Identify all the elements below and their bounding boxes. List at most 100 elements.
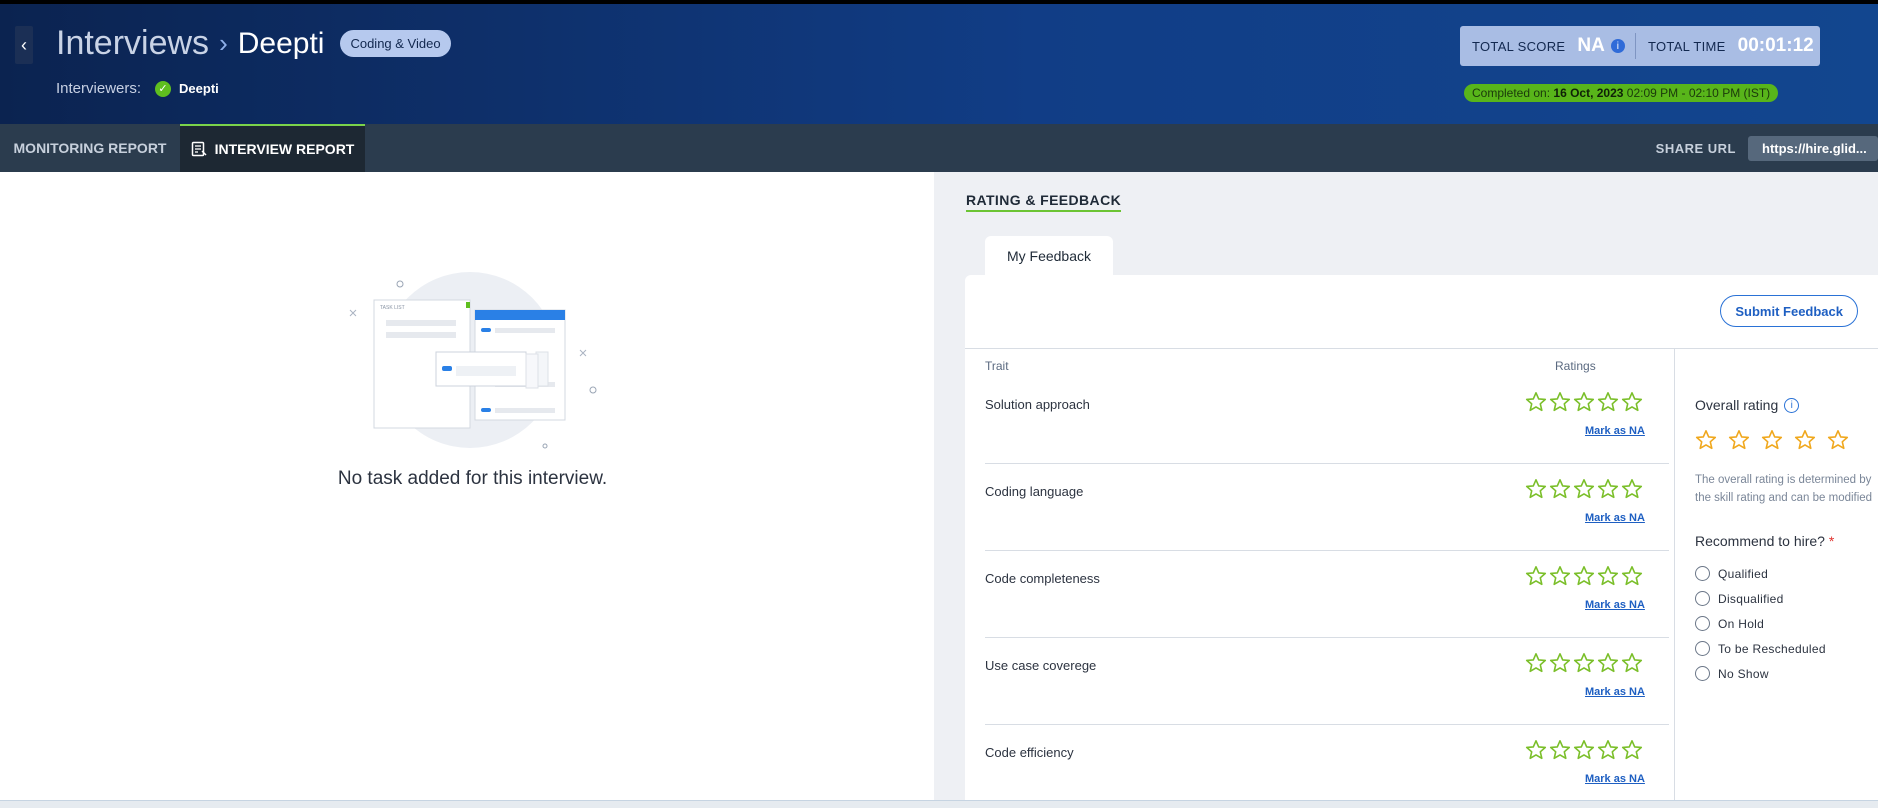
info-icon[interactable]: i <box>1784 397 1800 413</box>
star-icon[interactable] <box>1525 391 1547 413</box>
page-header: ‹ Interviews › Deepti Coding & Video Int… <box>0 0 1878 124</box>
star-icon[interactable] <box>1549 739 1571 761</box>
radio-button[interactable] <box>1695 591 1710 606</box>
option-label: Qualified <box>1718 566 1769 581</box>
star-icon[interactable] <box>1827 429 1849 451</box>
recommend-options: Qualified Disqualified On Hold To be Res… <box>1695 561 1826 686</box>
tab-monitoring-report[interactable]: MONITORING REPORT <box>0 124 180 172</box>
chevron-left-icon: ‹ <box>21 34 27 55</box>
star-icon[interactable] <box>1525 478 1547 500</box>
breadcrumb-root[interactable]: Interviews <box>56 24 209 63</box>
candidate-name: Deepti <box>237 26 325 60</box>
trait-name: Code efficiency <box>985 745 1074 760</box>
interviewer-name: Deepti <box>179 81 219 96</box>
breadcrumb: Interviews › Deepti Coding & Video <box>56 24 451 63</box>
total-score-value: NA <box>1577 35 1605 56</box>
star-icon[interactable] <box>1621 739 1643 761</box>
mark-as-na-link[interactable]: Mark as NA <box>1585 599 1645 611</box>
star-icon[interactable] <box>1621 652 1643 674</box>
share-url-label: SHARE URL <box>1655 140 1736 156</box>
star-icon[interactable] <box>1525 652 1547 674</box>
interviewers-row: Interviewers: ✓ Deepti <box>56 80 219 97</box>
star-icon[interactable] <box>1549 565 1571 587</box>
radio-no-show[interactable]: No Show <box>1695 661 1826 686</box>
rating-feedback-panel: RATING & FEEDBACK My Feedback Submit Fee… <box>934 172 1878 800</box>
mark-as-na-link[interactable]: Mark as NA <box>1585 425 1645 437</box>
tab-interview-report[interactable]: INTERVIEW REPORT <box>180 124 365 172</box>
bottom-border <box>0 800 1878 808</box>
star-icon[interactable] <box>1525 739 1547 761</box>
star-icon[interactable] <box>1597 391 1619 413</box>
star-icon[interactable] <box>1549 652 1571 674</box>
trait-star-rating[interactable] <box>1525 652 1643 674</box>
tab-monitoring-label: MONITORING REPORT <box>13 140 167 156</box>
completed-on-badge: Completed on: 16 Oct, 2023 02:09 PM - 02… <box>1464 84 1779 102</box>
star-icon[interactable] <box>1621 565 1643 587</box>
star-icon[interactable] <box>1728 429 1750 451</box>
radio-button[interactable] <box>1695 566 1710 581</box>
star-icon[interactable] <box>1573 565 1595 587</box>
trait-row: Use case coverege Mark as NA <box>985 638 1669 725</box>
trait-ratings-table: Trait Ratings Solution approach Mark as … <box>965 349 1675 800</box>
submit-feedback-button[interactable]: Submit Feedback <box>1720 295 1858 327</box>
overall-rating-heading: Overall rating i <box>1695 397 1800 413</box>
trait-star-rating[interactable] <box>1525 739 1643 761</box>
overall-star-rating[interactable] <box>1695 429 1849 451</box>
star-icon[interactable] <box>1573 391 1595 413</box>
star-icon[interactable] <box>1597 478 1619 500</box>
info-icon[interactable]: i <box>1610 39 1625 53</box>
star-icon[interactable] <box>1597 739 1619 761</box>
recommend-text: Recommend to hire? <box>1695 533 1825 549</box>
trait-star-rating[interactable] <box>1525 391 1643 413</box>
star-icon[interactable] <box>1549 391 1571 413</box>
tab-interview-label: INTERVIEW REPORT <box>214 141 355 157</box>
radio-qualified[interactable]: Qualified <box>1695 561 1826 586</box>
star-icon[interactable] <box>1525 565 1547 587</box>
star-icon[interactable] <box>1573 478 1595 500</box>
tab-my-feedback[interactable]: My Feedback <box>985 236 1113 276</box>
interview-type-badge: Coding & Video <box>340 30 451 57</box>
feedback-card: Submit Feedback Trait Ratings Solution a… <box>965 275 1878 800</box>
mark-as-na-link[interactable]: Mark as NA <box>1585 686 1645 698</box>
radio-button[interactable] <box>1695 616 1710 631</box>
star-icon[interactable] <box>1695 429 1717 451</box>
trait-name: Coding language <box>985 484 1084 499</box>
star-icon[interactable] <box>1761 429 1783 451</box>
star-icon[interactable] <box>1597 652 1619 674</box>
share-url-field[interactable]: https://hire.glid... <box>1748 135 1878 161</box>
radio-button[interactable] <box>1695 666 1710 681</box>
ratings-header: Ratings <box>1555 359 1596 373</box>
star-icon[interactable] <box>1597 565 1619 587</box>
radio-to-be-rescheduled[interactable]: To be Rescheduled <box>1695 636 1826 661</box>
completed-time: 02:09 PM - 02:10 PM (IST) <box>1626 86 1771 100</box>
star-icon[interactable] <box>1794 429 1816 451</box>
star-icon[interactable] <box>1621 391 1643 413</box>
empty-task-message: No task added for this interview. <box>337 468 608 489</box>
back-button[interactable]: ‹ <box>15 26 33 64</box>
star-icon[interactable] <box>1573 652 1595 674</box>
option-label: Disqualified <box>1718 591 1784 606</box>
star-icon[interactable] <box>1573 739 1595 761</box>
option-label: No Show <box>1718 666 1769 681</box>
option-label: To be Rescheduled <box>1718 641 1826 656</box>
trait-header: Trait <box>985 359 1009 373</box>
radio-on-hold[interactable]: On Hold <box>1695 611 1826 636</box>
star-icon[interactable] <box>1549 478 1571 500</box>
trait-name: Solution approach <box>985 397 1090 412</box>
rating-feedback-title: RATING & FEEDBACK <box>966 192 1122 212</box>
trait-star-rating[interactable] <box>1525 565 1643 587</box>
check-circle-icon: ✓ <box>155 80 172 97</box>
recommend-label: Recommend to hire? * <box>1695 533 1834 549</box>
radio-disqualified[interactable]: Disqualified <box>1695 586 1826 611</box>
trait-row: Coding language Mark as NA <box>985 464 1669 551</box>
trait-row: Code completeness Mark as NA <box>985 551 1669 638</box>
trait-star-rating[interactable] <box>1525 478 1643 500</box>
overall-rating-note: The overall rating is determined by the … <box>1695 474 1873 504</box>
score-summary: TOTAL SCORE NA i TOTAL TIME 00:01:12 <box>1460 26 1820 66</box>
mark-as-na-link[interactable]: Mark as NA <box>1585 773 1645 785</box>
star-icon[interactable] <box>1621 478 1643 500</box>
radio-button[interactable] <box>1695 641 1710 656</box>
report-icon <box>191 141 207 157</box>
total-time-value: 00:01:12 <box>1737 35 1814 56</box>
mark-as-na-link[interactable]: Mark as NA <box>1585 512 1645 524</box>
